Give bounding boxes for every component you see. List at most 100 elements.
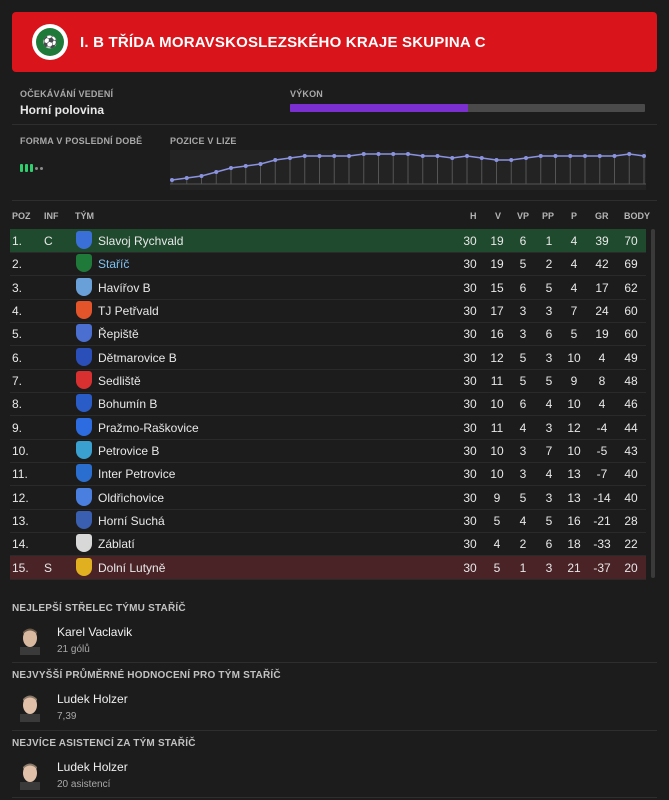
- team-badge-icon[interactable]: [76, 557, 92, 576]
- cell-played: 30: [463, 443, 477, 458]
- position-point: [288, 156, 292, 160]
- cell-won-pen: 3: [519, 303, 527, 318]
- team-name-link[interactable]: Slavoj Rychvald: [98, 234, 183, 248]
- team-name-link[interactable]: Řepiště: [98, 327, 139, 341]
- table-row[interactable]: 8. 30 10 6 4 10 4 46 Bohumín B: [10, 392, 646, 417]
- table-row[interactable]: 12. 30 9 5 3 13 -14 40 Oldřichovice: [10, 486, 646, 510]
- cell-lost-pen: 3: [545, 350, 553, 365]
- cell-lost-pen: 4: [545, 467, 553, 482]
- cell-pos: 8.: [12, 397, 23, 412]
- table-row[interactable]: 2. 30 19 5 2 4 42 69 Staříč: [10, 252, 646, 277]
- team-badge-icon[interactable]: [76, 254, 92, 273]
- cell-lost: 16: [567, 513, 581, 528]
- team-name-link[interactable]: Havířov B: [98, 281, 151, 295]
- team-badge-icon[interactable]: [76, 394, 92, 413]
- team-badge-icon[interactable]: [76, 510, 92, 529]
- cell-won-pen: 4: [519, 420, 527, 435]
- cell-lost: 18: [567, 537, 581, 552]
- position-point: [258, 162, 263, 166]
- cell-lost: 7: [570, 303, 578, 318]
- team-badge-icon[interactable]: [76, 487, 92, 506]
- cell-pos: 7.: [12, 373, 23, 388]
- team-badge-icon[interactable]: [76, 277, 92, 296]
- team-name-link[interactable]: Staříč: [98, 257, 129, 271]
- team-badge-icon[interactable]: [76, 370, 92, 389]
- cell-points: 43: [624, 443, 638, 458]
- cell-won-pen: 6: [519, 397, 527, 412]
- top-assists-name[interactable]: Ludek Holzer: [57, 760, 128, 774]
- team-name-link[interactable]: Oldřichovice: [98, 491, 164, 505]
- cell-won: 19: [490, 234, 504, 248]
- cell-pos: 1.: [12, 234, 23, 248]
- top-rating-name[interactable]: Ludek Holzer: [57, 692, 128, 706]
- cell-goal-diff: 4: [598, 397, 606, 412]
- team-badge-icon[interactable]: [76, 440, 92, 459]
- team-badge-icon[interactable]: [76, 417, 92, 436]
- team-name-link[interactable]: Horní Suchá: [98, 514, 165, 528]
- team-badge-icon[interactable]: [76, 300, 92, 319]
- cell-lost-pen: 1: [545, 234, 553, 248]
- col-won-pen[interactable]: VP: [517, 211, 529, 221]
- player-face-icon[interactable]: [18, 625, 42, 655]
- cell-won-pen: 3: [519, 443, 527, 458]
- team-name-link[interactable]: Bohumín B: [98, 397, 157, 411]
- table-row[interactable]: 13. 30 5 4 5 16 -21 28 Horní Suchá: [10, 509, 646, 533]
- table-row[interactable]: 14. 30 4 2 6 18 -33 22 Záblatí: [10, 532, 646, 557]
- club-crest-icon[interactable]: ⚽: [32, 24, 68, 60]
- team-badge-icon[interactable]: [76, 347, 92, 366]
- team-name-link[interactable]: Sedliště: [98, 374, 141, 388]
- team-name-link[interactable]: TJ Petřvald: [98, 304, 159, 318]
- table-row[interactable]: 1. C 30 19 6 1 4 39 70 Slavoj Rychvald: [10, 229, 646, 253]
- cell-points: 20: [624, 560, 638, 575]
- cell-lost: 5: [570, 327, 578, 342]
- team-name-link[interactable]: Petrovice B: [98, 444, 159, 458]
- team-badge-icon[interactable]: [76, 231, 92, 249]
- cell-goal-diff: 19: [595, 327, 609, 342]
- table-row[interactable]: 6. 30 12 5 3 10 4 49 Dětmarovice B: [10, 346, 646, 370]
- team-badge-icon[interactable]: [76, 464, 92, 483]
- player-face-icon[interactable]: [18, 692, 42, 722]
- team-name-link[interactable]: Záblatí: [98, 537, 135, 551]
- team-name-link[interactable]: Dětmarovice B: [98, 351, 177, 365]
- col-team[interactable]: TÝM: [75, 211, 94, 221]
- top-scorer-name[interactable]: Karel Vaclavik: [57, 625, 132, 639]
- col-lost[interactable]: P: [571, 211, 577, 221]
- col-won[interactable]: V: [495, 211, 501, 221]
- table-row[interactable]: 10. 30 10 3 7 10 -5 43 Petrovice B: [10, 439, 646, 463]
- col-pos[interactable]: POZ: [12, 211, 31, 221]
- table-row[interactable]: 5. 30 16 3 6 5 19 60 Řepiště: [10, 322, 646, 347]
- position-point: [612, 154, 617, 158]
- position-point: [214, 170, 219, 174]
- table-row[interactable]: 15. S 30 5 1 3 21 -37 20 Dolní Lutyně: [10, 555, 646, 580]
- col-lost-pen[interactable]: PP: [542, 211, 554, 221]
- table-scrollbar[interactable]: [651, 229, 655, 578]
- cell-played: 30: [463, 234, 477, 248]
- cell-won: 12: [490, 350, 504, 365]
- table-row[interactable]: 7. 30 11 5 5 9 8 48 Sedliště: [10, 369, 646, 393]
- player-face-icon[interactable]: [18, 760, 42, 790]
- col-inf[interactable]: INF: [44, 211, 59, 221]
- cell-goal-diff: 4: [598, 350, 606, 365]
- league-position-chart[interactable]: [170, 150, 646, 190]
- form-bar: [30, 164, 33, 172]
- cell-played: 30: [463, 467, 477, 482]
- cell-points: 48: [624, 373, 638, 388]
- team-name-link[interactable]: Inter Petrovice: [98, 467, 175, 481]
- team-badge-icon[interactable]: [76, 534, 92, 553]
- team-name-link[interactable]: Dolní Lutyně: [98, 561, 165, 575]
- cell-won-pen: 3: [519, 467, 527, 482]
- col-goal-diff[interactable]: GR: [595, 211, 609, 221]
- cell-won-pen: 2: [519, 537, 527, 552]
- cell-pos: 10.: [12, 443, 29, 458]
- recent-form-indicator[interactable]: [20, 164, 43, 172]
- table-row[interactable]: 3. 30 15 6 5 4 17 62 Havířov B: [10, 276, 646, 300]
- table-row[interactable]: 4. 30 17 3 3 7 24 60 TJ Petřvald: [10, 299, 646, 323]
- table-row[interactable]: 9. 30 11 4 3 12 -4 44 Pražmo-Raškovice: [10, 416, 646, 440]
- cell-lost: 21: [567, 560, 581, 575]
- col-points[interactable]: BODY: [624, 211, 650, 221]
- col-played[interactable]: H: [470, 211, 477, 221]
- team-badge-icon[interactable]: [76, 324, 92, 343]
- table-row[interactable]: 11. 30 10 3 4 13 -7 40 Inter Petrovice: [10, 462, 646, 487]
- team-name-link[interactable]: Pražmo-Raškovice: [98, 421, 199, 435]
- competition-title[interactable]: I. B TŘÍDA MORAVSKOSLEZSKÉHO KRAJE SKUPI…: [80, 34, 486, 51]
